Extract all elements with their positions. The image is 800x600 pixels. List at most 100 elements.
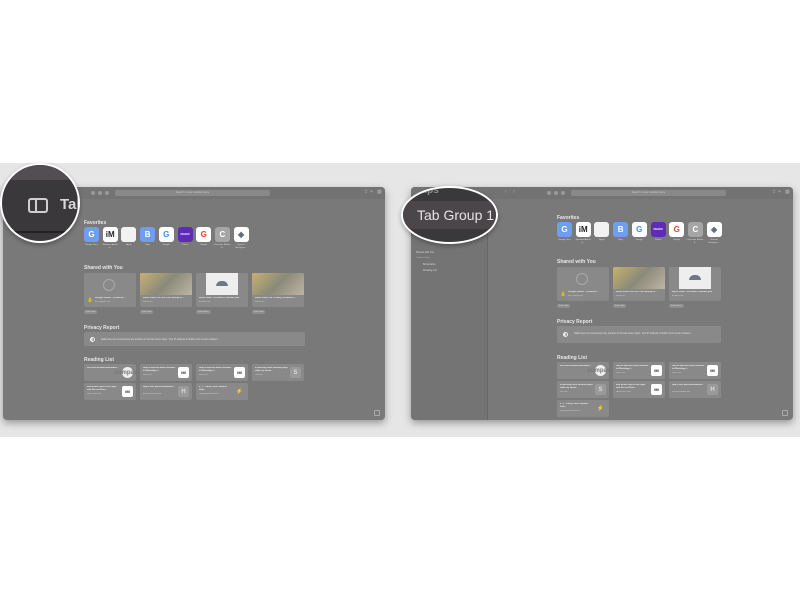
- site-icon: S: [595, 384, 606, 395]
- reading-list-item-title: # - 1 - Harry Potter Wizards Unite: [199, 386, 227, 391]
- reading-list-item[interactable]: A morning robot calendar plays while my …: [252, 364, 304, 381]
- imore-icon: iM: [234, 367, 245, 378]
- favorite-7[interactable]: C: [687, 222, 703, 237]
- shared-site: docs.google.com: [95, 301, 111, 303]
- imore-icon: iM: [122, 386, 133, 397]
- from-badge[interactable]: From Jake: [140, 310, 154, 314]
- tab-overview-icon[interactable]: ▦: [785, 190, 790, 195]
- favorite-2[interactable]: [594, 222, 610, 237]
- sidebar-item-shared[interactable]: Shared with You: [416, 251, 434, 254]
- reading-list-item[interactable]: file:///Users/lowe/Downloads... compass: [557, 362, 614, 379]
- reading-list-item[interactable]: How to add and block contacts in WhatsAp…: [669, 362, 721, 379]
- shield-icon: [90, 336, 95, 342]
- favorite-label: Google Docs: [85, 244, 98, 246]
- back-arrow-icon[interactable]: ‹: [505, 190, 510, 195]
- shield-icon[interactable]: [91, 191, 95, 195]
- privacy-report-card[interactable]: Safari has not encountered any trackers …: [84, 332, 305, 346]
- favorite-0[interactable]: G: [557, 222, 572, 237]
- shared-card[interactable]: Google Sheets - create an... docs.google.…: [557, 267, 609, 301]
- favorite-label: Google: [200, 244, 208, 246]
- reading-list-item[interactable]: Edit Article How to use apps with Siri o…: [84, 383, 136, 400]
- share-icon[interactable]: ⇪: [364, 190, 369, 195]
- compass-icon: [576, 273, 588, 285]
- favorite-4[interactable]: G: [158, 227, 174, 242]
- compass-icon: compass: [115, 367, 141, 378]
- shared-card[interactable]: Weve Show 764: Are You Feeling St... imor…: [140, 273, 192, 307]
- reading-list-item-title: http:// ww1.parrsonsdandons...: [143, 386, 176, 388]
- reading-list-item-site: harrypotterwizardsunite...: [560, 410, 582, 412]
- favorite-label: Chocolate Babka - S...: [213, 244, 232, 249]
- reading-list-item[interactable]: # - 1 - Harry Potter Wizards Unite harryp…: [196, 383, 248, 400]
- video-thumbnail: [613, 267, 665, 289]
- new-tab-icon[interactable]: +: [778, 190, 783, 195]
- forward-arrow-icon[interactable]: ›: [513, 190, 518, 195]
- imore-icon: iM: [651, 365, 662, 376]
- shield-icon[interactable]: [547, 191, 551, 195]
- reading-list-item[interactable]: http:// ww1.parrsonsdandons... parrsonsda…: [669, 381, 721, 398]
- reading-list-item-site: parrsonsdandons.info: [143, 393, 162, 395]
- tab-overview-icon[interactable]: ▦: [377, 190, 382, 195]
- favorite-1[interactable]: iM: [575, 222, 591, 237]
- reading-list-item[interactable]: http:// ww1.parrsonsdandons... parrsonsda…: [140, 383, 192, 400]
- shared-card[interactable]: Google Sheets - create an... docs.google.…: [84, 273, 136, 307]
- from-badge[interactable]: From Jake: [84, 310, 98, 314]
- reading-list-item[interactable]: How to add and block contacts in WhatsAp…: [613, 362, 665, 379]
- from-badge[interactable]: From Jake: [252, 310, 266, 314]
- google-drive-icon: [87, 297, 93, 302]
- privacy-report-card[interactable]: Safari has not encountered any trackers …: [557, 326, 721, 343]
- site-icon: S: [290, 367, 301, 378]
- customize-start-page-icon[interactable]: [374, 410, 380, 416]
- tab-group-1[interactable]: Tab Group 1: [417, 207, 494, 223]
- favorite-6[interactable]: G: [196, 227, 212, 242]
- favorite-8[interactable]: ◆: [233, 227, 249, 242]
- from-badge[interactable]: From Jake: [613, 304, 627, 308]
- favorite-7[interactable]: C: [214, 227, 230, 242]
- favorite-5[interactable]: YAHOO!: [650, 222, 666, 237]
- shared-card[interactable]: Weve Show 763: Privacy, Products,... imor…: [252, 273, 304, 307]
- reading-list-item[interactable]: A morning robot calendar plays while my …: [557, 381, 609, 398]
- address-bar[interactable]: Search or enter website name: [571, 190, 726, 196]
- reading-list-item-title: How to add and block contacts in WhatsAp…: [199, 367, 232, 372]
- reading-list-item[interactable]: file:///Users/lowe/Downloads... compass: [84, 364, 141, 381]
- from-badge[interactable]: From Jake: [557, 304, 571, 308]
- favorite-5[interactable]: YAHOO!: [177, 227, 193, 242]
- share-icon[interactable]: ⇪: [772, 190, 777, 195]
- favorite-3[interactable]: B: [140, 227, 156, 242]
- shared-card[interactable]: Weve show: 764 Karen Freeman pills dropbo…: [196, 273, 248, 307]
- back-icon[interactable]: [561, 191, 565, 195]
- sidebar-item-reading-list[interactable]: Reading List: [423, 269, 437, 272]
- reading-list-item[interactable]: How to add and block contacts in WhatsAp…: [140, 364, 192, 381]
- reading-list-item-site: cnet.com: [560, 391, 568, 393]
- shared-title: Weve Show 764: Are You Feeling St...: [616, 291, 657, 293]
- customize-start-page-icon[interactable]: [782, 410, 788, 416]
- favorite-4[interactable]: G: [631, 222, 647, 237]
- sidebar-item-bookmarks[interactable]: Bookmarks: [423, 263, 436, 266]
- reading-list-item[interactable]: Edit Article How to use apps with Siri o…: [613, 381, 665, 398]
- favorite-2[interactable]: [121, 227, 137, 242]
- shared-site: imore.com: [616, 295, 626, 297]
- favorite-3[interactable]: B: [613, 222, 629, 237]
- favorite-label: Natural Backgrou...: [708, 239, 720, 244]
- shared-card[interactable]: Weve Show 764: Are You Feeling St... imor…: [613, 267, 665, 301]
- from-badge[interactable]: From Karen: [196, 310, 211, 314]
- favorite-6[interactable]: G: [669, 222, 685, 237]
- privacy-report-title: Privacy Report: [84, 325, 120, 331]
- favorite-label: Google: [162, 244, 170, 246]
- from-badge[interactable]: From Karen: [669, 304, 684, 308]
- new-tab-icon[interactable]: +: [370, 190, 375, 195]
- reading-list-item-title: How to add and block contacts in WhatsAp…: [143, 367, 176, 372]
- compass-icon: [103, 279, 115, 291]
- favorite-0[interactable]: G: [84, 227, 99, 242]
- back-icon[interactable]: [105, 191, 109, 195]
- sidebar-toggle-icon[interactable]: [28, 198, 48, 213]
- privacy-icon[interactable]: [554, 191, 558, 195]
- reading-list-item[interactable]: # - 1 - Harry Potter Wizards Unite harryp…: [557, 400, 609, 417]
- address-bar[interactable]: Search or enter website name: [115, 190, 270, 196]
- reading-list-item[interactable]: How to add and block contacts in WhatsAp…: [196, 364, 248, 381]
- shared-card[interactable]: Weve show: 764 Karen Freeman pills dropbo…: [669, 267, 721, 301]
- reading-list-title: Reading List: [557, 355, 588, 361]
- favorite-8[interactable]: ◆: [706, 222, 722, 237]
- privacy-icon[interactable]: [98, 191, 102, 195]
- favorite-1[interactable]: iM: [102, 227, 118, 242]
- favorite-label: Apple: [126, 244, 132, 246]
